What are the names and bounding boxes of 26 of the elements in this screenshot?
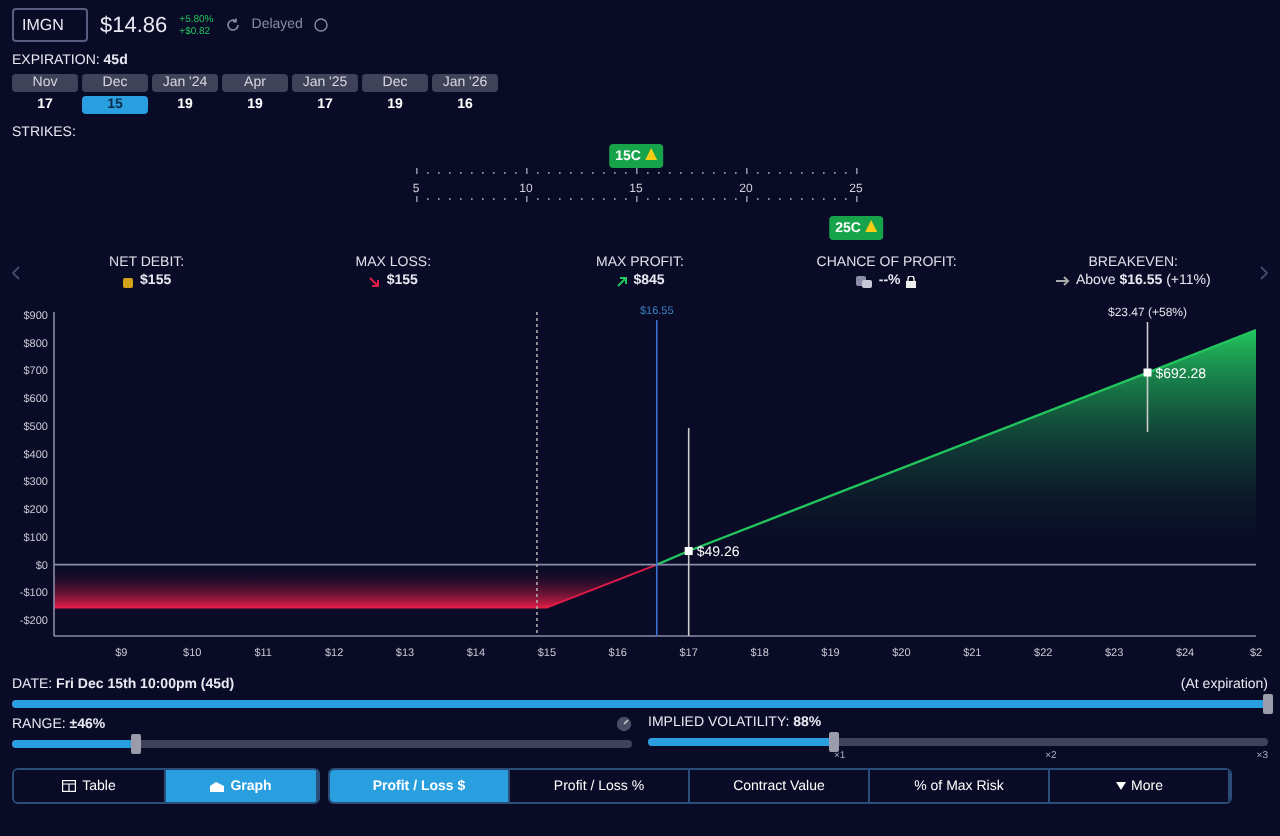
target-marker — [1143, 368, 1152, 377]
help-icon[interactable] — [314, 18, 329, 32]
point-marker — [684, 547, 693, 556]
symbol-field[interactable]: IMGN — [12, 8, 88, 42]
stock-price: $14.86 — [100, 13, 168, 37]
slider-handle[interactable] — [131, 734, 141, 754]
trend-up-icon — [615, 275, 628, 287]
slider-handle[interactable] — [829, 732, 839, 752]
refresh-icon[interactable] — [225, 18, 240, 32]
slider-track[interactable] — [12, 740, 632, 748]
chevron-left-icon[interactable] — [12, 265, 20, 279]
coin-icon — [122, 275, 135, 287]
chevron-right-icon[interactable] — [1259, 265, 1268, 279]
slider-track[interactable] — [12, 700, 1268, 708]
slider-handle[interactable] — [1263, 694, 1273, 714]
warning-icon — [644, 148, 657, 160]
arrow-right-icon — [1055, 276, 1070, 286]
chart-icon — [210, 780, 225, 792]
lock-icon — [906, 275, 917, 287]
gauge-icon[interactable] — [616, 716, 632, 732]
slider-track[interactable] — [648, 738, 1268, 746]
caret-icon — [1115, 782, 1126, 790]
target-line — [1146, 321, 1149, 433]
table-icon — [62, 780, 77, 792]
trend-down-icon — [368, 275, 381, 287]
warning-icon — [864, 220, 877, 232]
